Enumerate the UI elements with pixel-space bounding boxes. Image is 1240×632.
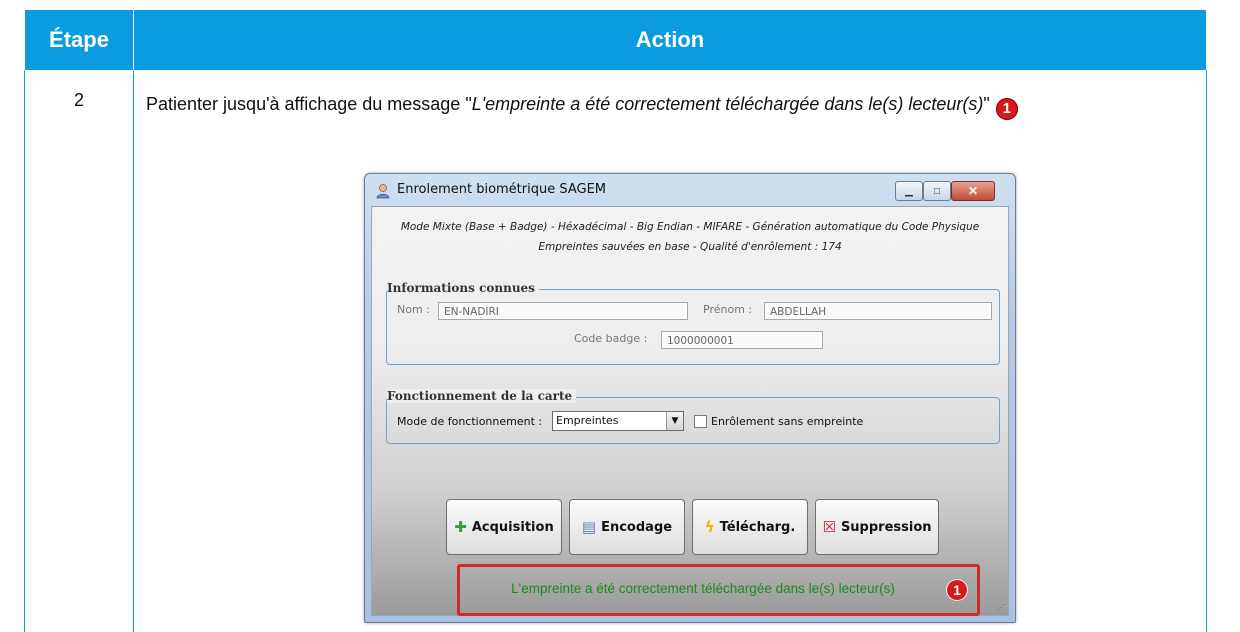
badge-label: Code badge : [574, 332, 648, 345]
step-instruction: Patienter jusqu'à affichage du message "… [146, 88, 1196, 120]
mode-label: Mode de fonctionnement : [397, 415, 543, 428]
badge-field[interactable]: 1000000001 [661, 331, 823, 349]
prenom-label: Prénom : [703, 303, 753, 316]
card-mode-title: Fonctionnement de la carte [387, 389, 577, 403]
mode-select[interactable]: Empreintes ▼ [552, 411, 684, 431]
maximize-icon: □ [933, 185, 941, 197]
mode-line-2: Empreintes sauvées en base - Qualité d'e… [538, 241, 842, 253]
table-border-mid [133, 70, 134, 632]
status-message: L'empreinte a été correctement télécharg… [511, 581, 895, 596]
delete-icon: ☒ [822, 518, 836, 536]
chevron-down-icon[interactable]: ▼ [666, 412, 683, 430]
header-action: Action [134, 10, 1206, 70]
status-message-box: L'empreinte a été correctement télécharg… [457, 564, 980, 616]
encodage-label: Encodage [601, 519, 673, 535]
telecharg-label: Télécharg. [719, 519, 796, 535]
header-step: Étape [25, 10, 133, 70]
mode-select-value: Empreintes [556, 414, 619, 427]
minimize-button[interactable]: ▁ [895, 181, 923, 201]
header-separator [133, 10, 134, 70]
acquisition-label: Acquisition [471, 519, 554, 535]
table-border-right [1206, 70, 1207, 632]
resize-grip-icon[interactable]: ⋰ [997, 603, 1005, 612]
user-icon [376, 184, 390, 199]
encodage-button[interactable]: ▤ Encodage [569, 499, 685, 555]
suppression-button[interactable]: ☒ Suppression [815, 499, 939, 555]
known-info-title: Informations connues [387, 281, 539, 295]
close-icon: ✕ [967, 184, 979, 198]
known-info-group: Informations connues Nom : EN-NADIRI Pré… [386, 281, 1000, 365]
callout-badge: 1 [995, 98, 1018, 120]
no-fingerprint-label: Enrôlement sans empreinte [711, 415, 864, 428]
lightning-icon: ϟ [704, 518, 715, 536]
plus-icon: ✚ [454, 518, 467, 536]
close-button[interactable]: ✕ [951, 181, 995, 201]
acquisition-button[interactable]: ✚ Acquisition [446, 499, 562, 555]
prenom-field[interactable]: ABDELLAH [764, 302, 992, 320]
step-number: 2 [73, 90, 84, 110]
message-callout-badge: 1 [946, 579, 968, 601]
no-fingerprint-checkbox[interactable] [694, 415, 707, 428]
enrolement-window: Enrolement biométrique SAGEM ▁ □ ✕ Mode … [364, 173, 1016, 623]
telecharg-button[interactable]: ϟ Télécharg. [692, 499, 808, 555]
instruction-suffix: " [983, 94, 990, 114]
nom-label: Nom : [397, 303, 430, 316]
mode-line-1: Mode Mixte (Base + Badge) - Héxadécimal … [400, 221, 980, 233]
window-client-area: Mode Mixte (Base + Badge) - Héxadécimal … [371, 206, 1009, 616]
window-title: Enrolement biométrique SAGEM [397, 182, 607, 197]
minimize-icon: ▁ [905, 185, 913, 197]
window-titlebar[interactable]: Enrolement biométrique SAGEM ▁ □ ✕ [365, 174, 1015, 206]
suppression-label: Suppression [840, 519, 932, 535]
instruction-prefix: Patienter jusqu'à affichage du message " [146, 94, 472, 114]
card-icon: ▤ [581, 518, 597, 536]
instruction-message: L'empreinte a été correctement télécharg… [471, 94, 984, 114]
maximize-button[interactable]: □ [923, 181, 951, 201]
nom-field[interactable]: EN-NADIRI [438, 302, 688, 320]
card-mode-group: Fonctionnement de la carte Mode de fonct… [386, 389, 1000, 444]
table-border-left [24, 70, 25, 632]
